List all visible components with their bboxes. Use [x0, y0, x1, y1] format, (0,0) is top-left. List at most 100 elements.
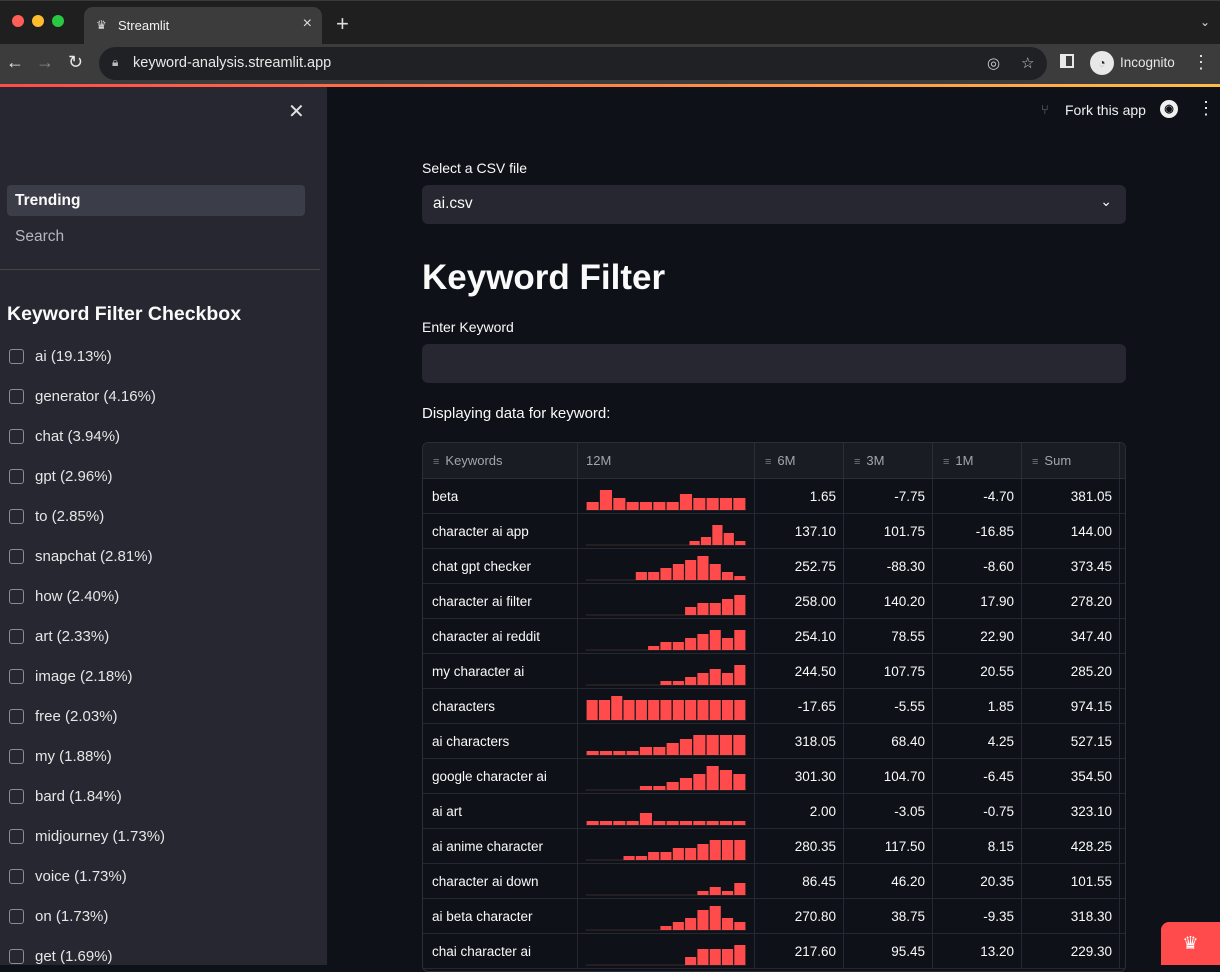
sparkline-bar	[626, 821, 639, 825]
checkbox-label: voice (1.73%)	[35, 868, 127, 885]
checkbox[interactable]	[9, 749, 24, 764]
sparkline-bar	[709, 669, 721, 685]
table-row[interactable]: character ai app 137.10 101.75 -16.85 144.00	[423, 514, 1125, 549]
table-row[interactable]: beta 1.65 -7.75 -4.70 381.05	[423, 479, 1125, 514]
table-row[interactable]: ai characters 318.05 68.40 4.25 527.15	[423, 724, 1125, 759]
sparkline-bar	[635, 700, 647, 720]
sparkline-bar	[666, 821, 679, 825]
sidebar-item-search[interactable]: Search	[7, 221, 305, 252]
sparkline-bar	[722, 891, 734, 895]
incognito-profile[interactable]: ◔ Incognito	[1088, 49, 1188, 77]
checkbox[interactable]	[9, 629, 24, 644]
checkbox[interactable]	[9, 469, 24, 484]
sparkline-bar	[685, 638, 697, 650]
sparkline-bar	[734, 840, 746, 860]
sparkline-cell	[578, 479, 755, 514]
sparkline-bar	[586, 821, 599, 825]
checkbox[interactable]	[9, 789, 24, 804]
checkbox[interactable]	[9, 549, 24, 564]
col-header-12m[interactable]: 12M	[578, 443, 755, 479]
fork-icon[interactable]: ⑂	[1041, 102, 1049, 117]
table-row[interactable]: ai beta character 270.80 38.75 -9.35 318.30	[423, 899, 1125, 934]
sparkline-bar	[719, 735, 732, 755]
close-window-button[interactable]	[12, 15, 24, 27]
github-icon[interactable]: ◉	[1160, 100, 1178, 118]
side-panel-icon[interactable]	[1060, 54, 1074, 68]
cell-m1: 20.55	[933, 654, 1022, 689]
sparkline-bar	[586, 751, 599, 755]
sparkline-bar	[709, 700, 721, 720]
checkbox[interactable]	[9, 909, 24, 924]
url-text: keyword-analysis.streamlit.app	[133, 55, 332, 71]
chevron-down-icon[interactable]: ⌄	[1200, 15, 1210, 29]
sparkline-bar	[722, 949, 734, 965]
sparkline-bar	[689, 541, 700, 545]
address-bar[interactable]: 🔒︎ keyword-analysis.streamlit.app ◎ ☆	[99, 47, 1047, 80]
table-row[interactable]: characters -17.65 -5.55 1.85 974.15	[423, 689, 1125, 724]
checkbox[interactable]	[9, 869, 24, 884]
minimize-window-button[interactable]	[32, 15, 44, 27]
table-row[interactable]: my character ai 244.50 107.75 20.55 285.20	[423, 654, 1125, 689]
checkbox[interactable]	[9, 949, 24, 964]
checkbox[interactable]	[9, 429, 24, 444]
sort-icon: ≡	[854, 456, 861, 468]
cell-m1: -6.45	[933, 759, 1022, 794]
table-row[interactable]: character ai filter 258.00 140.20 17.90 278.…	[423, 584, 1125, 619]
cell-sum: 381.05	[1022, 479, 1120, 514]
sparkline-bar	[623, 700, 635, 720]
checkbox[interactable]	[9, 509, 24, 524]
sparkline-bar	[660, 681, 672, 685]
csv-select[interactable]: ai.csv ⌄	[422, 185, 1126, 224]
cell-m3: 46.20	[844, 864, 933, 899]
table-row[interactable]: character ai down 86.45 46.20 20.35 101.55	[423, 864, 1125, 899]
checkbox-label: image (2.18%)	[35, 668, 133, 685]
checkbox[interactable]	[9, 709, 24, 724]
sparkline-bar	[660, 642, 672, 650]
cell-m6: -17.65	[755, 689, 844, 724]
col-header-sum[interactable]: ≡ Sum	[1022, 443, 1120, 479]
fork-app-button[interactable]: Fork this app	[1065, 102, 1146, 118]
table-row[interactable]: chat gpt checker 252.75 -88.30 -8.60 373.45	[423, 549, 1125, 584]
sparkline-bar	[660, 852, 672, 860]
sparkline-chart	[586, 665, 746, 686]
browser-menu-icon[interactable]: ⋮	[1192, 52, 1210, 73]
forward-icon[interactable]: →	[36, 52, 54, 73]
eye-off-icon[interactable]: ◎	[987, 54, 1000, 72]
sparkline-cell	[578, 619, 755, 654]
back-icon[interactable]: ←	[6, 52, 24, 73]
sparkline-bar	[722, 840, 734, 860]
streamlit-badge[interactable]: ♛	[1161, 922, 1220, 965]
table-row[interactable]: character ai reddit 254.10 78.55 22.90 347.4…	[423, 619, 1125, 654]
close-tab-icon[interactable]: ×	[303, 15, 312, 33]
col-header-6m[interactable]: ≡ 6M	[755, 443, 844, 479]
browser-tab[interactable]: ♛ Streamlit ×	[84, 7, 322, 45]
table-row[interactable]: chai character ai 217.60 95.45 13.20 229.30	[423, 934, 1125, 969]
sparkline-bar	[653, 747, 666, 755]
sparkline-bar	[648, 700, 660, 720]
checkbox[interactable]	[9, 389, 24, 404]
maximize-window-button[interactable]	[52, 15, 64, 27]
table-row[interactable]: google character ai 301.30 104.70 -6.45 354.…	[423, 759, 1125, 794]
sparkline-bar	[599, 490, 612, 510]
chevron-down-icon: ⌄	[1100, 193, 1112, 209]
checkbox[interactable]	[9, 349, 24, 364]
app-menu-icon[interactable]: ⋮	[1197, 98, 1215, 119]
checkbox[interactable]	[9, 829, 24, 844]
table-row[interactable]: ai art 2.00 -3.05 -0.75 323.10	[423, 794, 1125, 829]
sidebar-item-trending[interactable]: Trending	[7, 185, 305, 216]
col-header-3m[interactable]: ≡ 3M	[844, 443, 933, 479]
reload-icon[interactable]: ↻	[68, 52, 83, 73]
keyword-input[interactable]	[422, 344, 1126, 383]
checkbox[interactable]	[9, 589, 24, 604]
close-icon[interactable]: ✕	[288, 99, 305, 124]
table-row[interactable]: ai anime character 280.35 117.50 8.15 428.25	[423, 829, 1125, 864]
sparkline-cell	[578, 689, 755, 724]
col-header-keywords[interactable]: ≡ Keywords	[423, 443, 578, 479]
checkbox[interactable]	[9, 669, 24, 684]
sparkline-bar	[679, 821, 692, 825]
data-table[interactable]: ≡ Keywords 12M ≡ 6M ≡ 3M ≡ 1M ≡ Sum beta 1.65-…	[422, 442, 1126, 972]
star-icon[interactable]: ☆	[1021, 54, 1034, 72]
col-header-1m[interactable]: ≡ 1M	[933, 443, 1022, 479]
new-tab-icon[interactable]: +	[336, 11, 349, 37]
sparkline-chart	[586, 906, 746, 931]
